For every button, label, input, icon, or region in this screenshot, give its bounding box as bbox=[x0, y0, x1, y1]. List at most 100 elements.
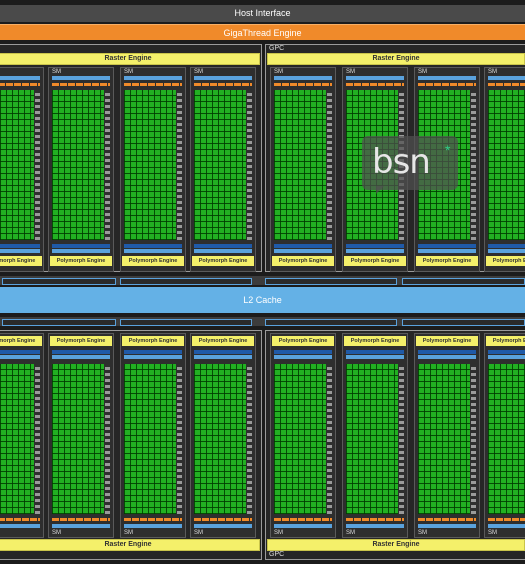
sm-label: SM bbox=[488, 69, 497, 75]
raster-engine: Raster Engine bbox=[267, 53, 525, 65]
cuda-core-grid bbox=[418, 364, 470, 514]
streaming-multiprocessor: SMPolymorph Engine bbox=[0, 67, 44, 272]
watermark-speech-tail bbox=[376, 186, 384, 194]
cuda-core-grid bbox=[0, 364, 34, 514]
polymorph-engine: Polymorph Engine bbox=[122, 336, 184, 346]
sm-label: SM bbox=[274, 69, 283, 75]
sm-label: SM bbox=[418, 69, 427, 75]
warp-scheduler-row bbox=[274, 518, 332, 521]
memory-controller bbox=[2, 319, 116, 326]
load-store-units bbox=[105, 364, 110, 514]
streaming-multiprocessor: Polymorph EngineSM bbox=[270, 333, 336, 538]
instruction-cache-bar bbox=[346, 76, 404, 80]
register-cache-bars bbox=[346, 350, 404, 359]
raster-engine: Raster Engine bbox=[267, 539, 525, 551]
load-store-units bbox=[247, 90, 252, 240]
instruction-cache-bar bbox=[274, 76, 332, 80]
instruction-cache-bar bbox=[418, 524, 476, 528]
warp-scheduler-row bbox=[488, 83, 525, 86]
warp-scheduler-row bbox=[194, 83, 252, 86]
raster-engine: Raster Engine bbox=[0, 539, 260, 551]
streaming-multiprocessor: Polymorph Engine SM bbox=[342, 333, 408, 538]
streaming-multiprocessor: Polymorph EngineSM bbox=[0, 333, 44, 538]
memory-controller bbox=[265, 278, 397, 285]
sm-label: SM bbox=[274, 530, 283, 536]
polymorph-engine: Polymorph Engine bbox=[50, 256, 112, 266]
warp-scheduler-row bbox=[194, 518, 252, 521]
memory-controller bbox=[2, 278, 116, 285]
register-cache-bars bbox=[274, 244, 332, 253]
register-cache-bars bbox=[124, 244, 182, 253]
streaming-multiprocessor: Polymorph EngineSM bbox=[190, 333, 256, 538]
instruction-cache-bar bbox=[52, 76, 110, 80]
memory-controller bbox=[120, 319, 252, 326]
streaming-multiprocessor: Polymorph EngineSM bbox=[120, 333, 186, 538]
warp-scheduler-row bbox=[52, 518, 110, 521]
streaming-multiprocessor: Polymorph Engine SM bbox=[48, 333, 114, 538]
sm-label: SM bbox=[52, 530, 61, 536]
warp-scheduler-row bbox=[52, 83, 110, 86]
register-cache-bars bbox=[0, 350, 40, 359]
instruction-cache-bar bbox=[194, 76, 252, 80]
load-store-units bbox=[35, 90, 40, 240]
memory-controller bbox=[265, 319, 397, 326]
register-cache-bars bbox=[346, 244, 404, 253]
polymorph-engine: Polymorph Engine bbox=[344, 336, 406, 346]
sm-label: SM bbox=[52, 69, 61, 75]
host-interface-bar: Host Interface bbox=[0, 5, 525, 22]
load-store-units bbox=[399, 364, 404, 514]
instruction-cache-bar bbox=[418, 76, 476, 80]
polymorph-engine: Polymorph Engine bbox=[0, 256, 42, 266]
instruction-cache-bar bbox=[0, 76, 40, 80]
load-store-units bbox=[247, 364, 252, 514]
cuda-core-grid bbox=[346, 364, 398, 514]
cuda-core-grid bbox=[52, 364, 104, 514]
instruction-cache-bar bbox=[124, 76, 182, 80]
polymorph-engine: Polymorph Engine bbox=[486, 336, 525, 346]
streaming-multiprocessor: SMPolymorph Engine bbox=[120, 67, 186, 272]
load-store-units bbox=[327, 364, 332, 514]
load-store-units bbox=[327, 90, 332, 240]
instruction-cache-bar bbox=[346, 524, 404, 528]
memory-controller bbox=[402, 278, 525, 285]
sm-label: SM bbox=[488, 530, 497, 536]
sm-label: SM bbox=[418, 530, 427, 536]
raster-engine: Raster Engine bbox=[0, 53, 260, 65]
load-store-units bbox=[471, 364, 476, 514]
instruction-cache-bar bbox=[274, 524, 332, 528]
warp-scheduler-row bbox=[0, 83, 40, 86]
warp-scheduler-row bbox=[274, 83, 332, 86]
warp-scheduler-row bbox=[418, 83, 476, 86]
warp-scheduler-row bbox=[124, 518, 182, 521]
watermark-text: bsn bbox=[372, 142, 431, 182]
polymorph-engine: Polymorph Engine bbox=[344, 256, 406, 266]
polymorph-engine: Polymorph Engine bbox=[486, 256, 525, 266]
cuda-core-grid bbox=[194, 364, 246, 514]
memory-controller-row-top bbox=[0, 276, 525, 285]
register-cache-bars bbox=[488, 244, 525, 253]
warp-scheduler-row bbox=[346, 83, 404, 86]
gpc-label: GPC bbox=[269, 45, 285, 52]
load-store-units bbox=[177, 364, 182, 514]
register-cache-bars bbox=[0, 244, 40, 253]
streaming-multiprocessor: SM Polymorph Engine bbox=[484, 67, 525, 272]
watermark-asterisk: * bbox=[445, 142, 451, 158]
sm-label: SM bbox=[346, 530, 355, 536]
polymorph-engine: Polymorph Engine bbox=[192, 336, 254, 346]
cuda-core-grid bbox=[274, 90, 326, 240]
cuda-core-grid bbox=[0, 90, 34, 240]
polymorph-engine: Polymorph Engine bbox=[0, 336, 42, 346]
warp-scheduler-row bbox=[418, 518, 476, 521]
load-store-units bbox=[471, 90, 476, 240]
load-store-units bbox=[35, 364, 40, 514]
register-cache-bars bbox=[488, 350, 525, 359]
memory-controller bbox=[402, 319, 525, 326]
polymorph-engine: Polymorph Engine bbox=[122, 256, 184, 266]
instruction-cache-bar bbox=[488, 524, 525, 528]
polymorph-engine: Polymorph Engine bbox=[50, 336, 112, 346]
register-cache-bars bbox=[418, 350, 476, 359]
streaming-multiprocessor: SMPolymorph Engine bbox=[190, 67, 256, 272]
l2-cache-bar: L2 Cache bbox=[0, 287, 525, 313]
cuda-core-grid bbox=[124, 90, 176, 240]
polymorph-engine: Polymorph Engine bbox=[416, 256, 478, 266]
